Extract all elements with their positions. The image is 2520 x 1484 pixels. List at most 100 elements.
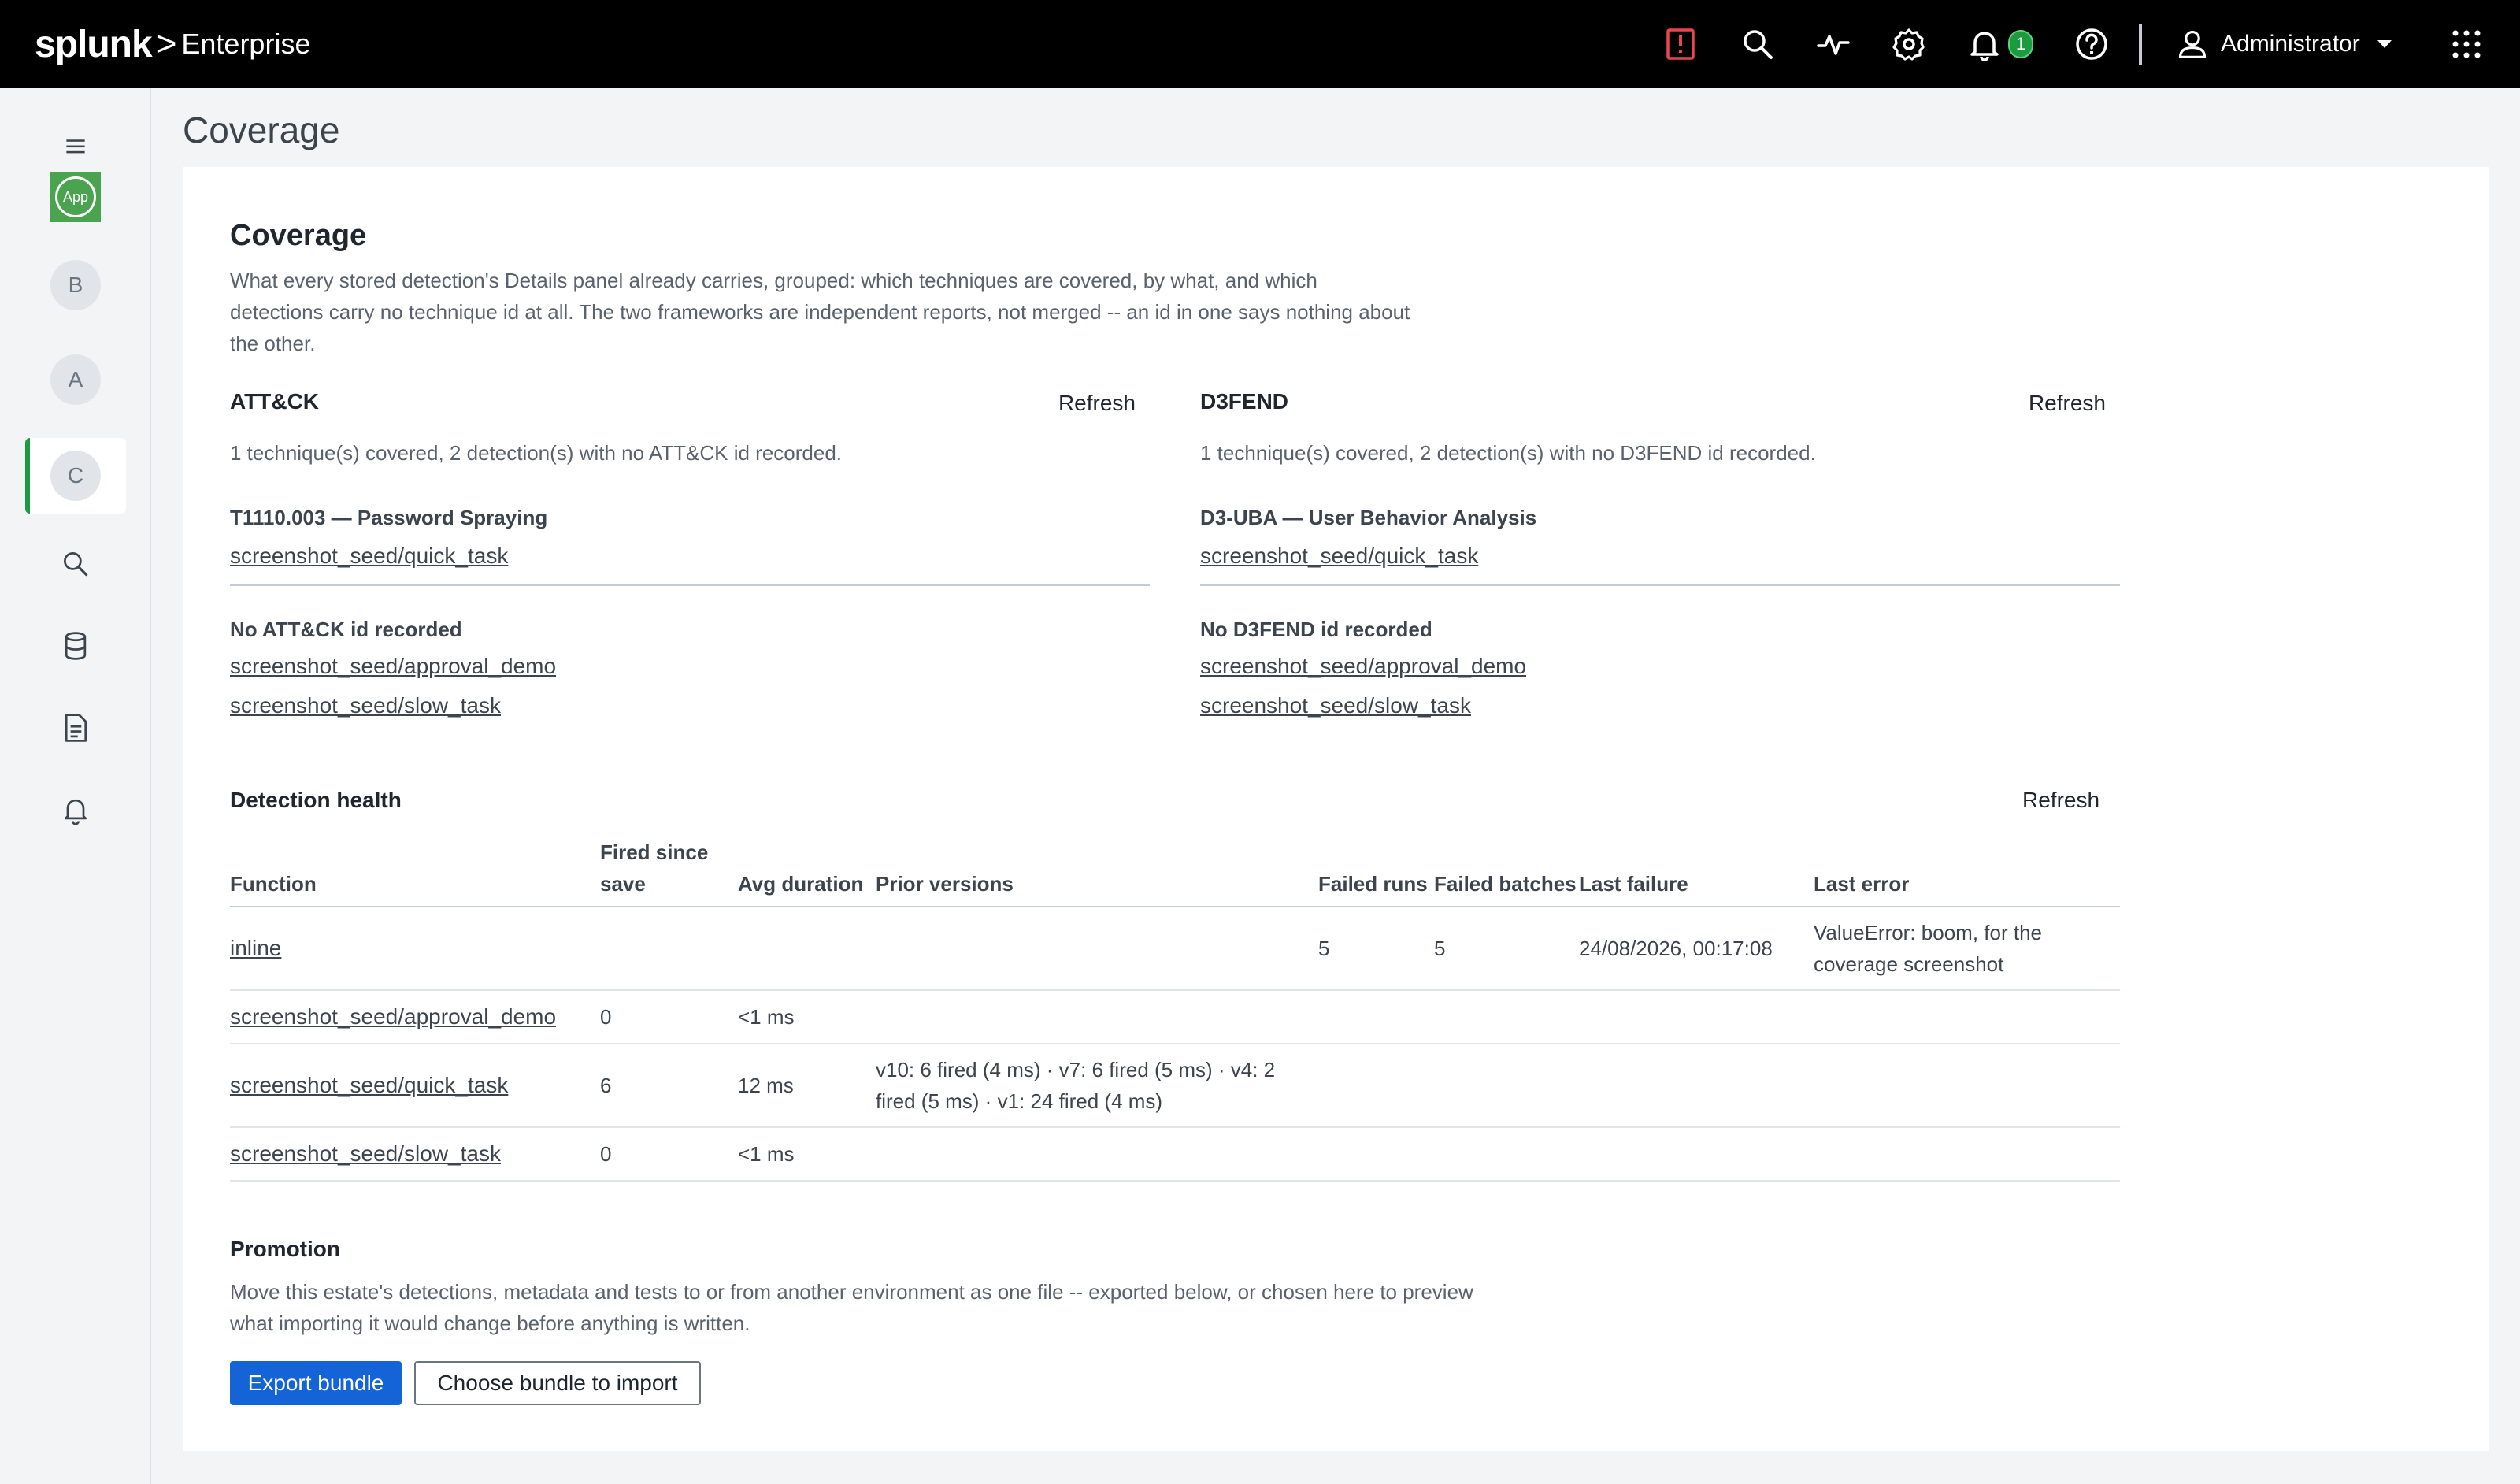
detection-health-table: Function Fired since save Avg duration P… xyxy=(230,837,2120,1182)
failed-batches-cell xyxy=(1434,1044,1579,1128)
function-link[interactable]: screenshot_seed/approval_demo xyxy=(230,990,600,1044)
sidebar-item-b[interactable]: B xyxy=(47,257,104,313)
column-header[interactable]: Fired since save xyxy=(600,837,738,907)
alert-icon[interactable] xyxy=(1662,25,1699,63)
fired-cell: 0 xyxy=(600,990,738,1044)
fired-cell: 6 xyxy=(600,1044,738,1128)
promotion-description: Move this estate's detections, metadata … xyxy=(230,1280,1473,1335)
avg-duration-cell xyxy=(738,907,876,991)
fired-cell xyxy=(600,907,738,991)
logo-wordmark: splunk xyxy=(35,23,153,65)
coverage-panel: Coverage What every stored detection's D… xyxy=(183,167,2488,1451)
d3fend-section: D3FEND Refresh 1 technique(s) covered, 2… xyxy=(1200,389,2120,718)
column-header[interactable]: Failed batches xyxy=(1434,837,1579,907)
user-name: Administrator xyxy=(2221,31,2360,57)
d3fend-technique-link[interactable]: screenshot_seed/quick_task xyxy=(1200,544,1478,569)
function-link[interactable]: inline xyxy=(230,907,600,991)
last-error-cell: ValueError: boom, for the coverage scree… xyxy=(1814,907,2120,991)
failed-batches-cell xyxy=(1434,990,1579,1044)
attack-refresh-button[interactable]: Refresh xyxy=(1058,391,1136,416)
last-error-cell xyxy=(1814,1127,2120,1182)
prior-versions-cell: v10: 6 fired (4 ms) · v7: 6 fired (5 ms)… xyxy=(876,1044,1318,1128)
failed-runs-cell xyxy=(1318,1044,1434,1128)
product-name: Enterprise xyxy=(181,28,311,60)
function-link[interactable]: screenshot_seed/quick_task xyxy=(230,1044,600,1128)
app-logo[interactable]: App xyxy=(50,172,101,222)
menu-icon[interactable] xyxy=(47,118,104,175)
table-row: inline 5 5 24/08/2026, 00:17:08 ValueErr… xyxy=(230,907,2120,991)
table-row: screenshot_seed/approval_demo 0 <1 ms xyxy=(230,990,2120,1044)
d3fend-refresh-button[interactable]: Refresh xyxy=(2029,391,2106,416)
prior-versions-cell xyxy=(876,990,1318,1044)
export-bundle-button[interactable]: Export bundle xyxy=(230,1361,402,1405)
table-header-row: Function Fired since save Avg duration P… xyxy=(230,837,2120,907)
d3fend-technique: D3-UBA — User Behavior Analysis xyxy=(1200,506,1537,529)
column-header[interactable]: Failed runs xyxy=(1318,837,1434,907)
failed-batches-cell: 5 xyxy=(1434,907,1579,991)
splunk-logo[interactable]: splunk > Enterprise xyxy=(35,22,310,66)
avg-duration-cell: <1 ms xyxy=(738,1127,876,1182)
d3fend-none-link[interactable]: screenshot_seed/slow_task xyxy=(1200,693,1471,718)
column-header[interactable]: Function xyxy=(230,837,600,907)
divider xyxy=(230,584,1150,586)
promotion-title: Promotion xyxy=(230,1237,340,1261)
help-icon[interactable] xyxy=(2073,25,2110,63)
gear-icon[interactable] xyxy=(1890,25,1928,63)
avg-duration-cell: 12 ms xyxy=(738,1044,876,1128)
function-link[interactable]: screenshot_seed/slow_task xyxy=(230,1127,600,1182)
failed-batches-cell xyxy=(1434,1127,1579,1182)
database-icon[interactable] xyxy=(47,618,104,674)
attack-technique: T1110.003 — Password Spraying xyxy=(230,506,548,529)
d3fend-none-link[interactable]: screenshot_seed/approval_demo xyxy=(1200,654,1526,679)
prior-versions-cell xyxy=(876,907,1318,991)
d3fend-none-title: No D3FEND id recorded xyxy=(1200,618,1432,641)
last-failure-cell xyxy=(1579,1044,1814,1128)
prior-versions-cell xyxy=(876,1127,1318,1182)
attack-section: ATT&CK Refresh 1 technique(s) covered, 2… xyxy=(230,389,1150,718)
table-row: screenshot_seed/slow_task 0 <1 ms xyxy=(230,1127,2120,1182)
failed-runs-cell xyxy=(1318,1127,1434,1182)
chevron-down-icon xyxy=(2377,40,2392,48)
detection-health-refresh-button[interactable]: Refresh xyxy=(2022,788,2099,813)
column-header[interactable]: Last error xyxy=(1814,837,2120,907)
page-title: Coverage xyxy=(183,109,340,150)
attack-summary: 1 technique(s) covered, 2 detection(s) w… xyxy=(230,441,843,465)
document-icon[interactable] xyxy=(47,699,104,756)
sidebar-item-label: B xyxy=(50,260,101,310)
last-failure-cell: 24/08/2026, 00:17:08 xyxy=(1579,907,1814,991)
failed-runs-cell: 5 xyxy=(1318,907,1434,991)
bell-icon[interactable] xyxy=(1966,25,2003,63)
last-error-cell xyxy=(1814,990,2120,1044)
logo-separator: > xyxy=(156,24,177,63)
notification-count-badge[interactable]: 1 xyxy=(2008,30,2033,58)
attack-none-link[interactable]: screenshot_seed/slow_task xyxy=(230,693,501,718)
attack-none-link[interactable]: screenshot_seed/approval_demo xyxy=(230,654,556,679)
sidebar-item-label: A xyxy=(50,354,101,405)
detection-health-title: Detection health xyxy=(230,788,402,812)
search-icon[interactable] xyxy=(1739,25,1777,63)
user-menu[interactable]: Administrator xyxy=(2177,24,2392,65)
app-logo-label: App xyxy=(55,176,96,217)
bell-icon[interactable] xyxy=(47,781,104,838)
sidebar-item-a[interactable]: A xyxy=(47,351,104,408)
attack-none-title: No ATT&CK id recorded xyxy=(230,618,462,641)
user-icon xyxy=(2178,30,2207,58)
last-error-cell xyxy=(1814,1044,2120,1128)
import-bundle-button[interactable]: Choose bundle to import xyxy=(414,1361,701,1405)
activity-icon[interactable] xyxy=(1814,25,1852,63)
sidebar-item-c[interactable]: C xyxy=(47,447,104,504)
column-header[interactable]: Prior versions xyxy=(876,837,1318,907)
last-failure-cell xyxy=(1579,1127,1814,1182)
fired-cell: 0 xyxy=(600,1127,738,1182)
column-header[interactable]: Avg duration xyxy=(738,837,876,907)
column-header[interactable]: Last failure xyxy=(1579,837,1814,907)
apps-grid-icon[interactable] xyxy=(2448,25,2485,63)
attack-title: ATT&CK xyxy=(230,389,320,414)
attack-technique-link[interactable]: screenshot_seed/quick_task xyxy=(230,544,508,569)
divider xyxy=(1200,584,2120,586)
search-icon[interactable] xyxy=(47,536,104,592)
sidebar-item-label: C xyxy=(50,451,101,501)
coverage-intro: What every stored detection's Details pa… xyxy=(230,269,1410,355)
d3fend-summary: 1 technique(s) covered, 2 detection(s) w… xyxy=(1200,441,1816,465)
table-row: screenshot_seed/quick_task 6 12 ms v10: … xyxy=(230,1044,2120,1128)
